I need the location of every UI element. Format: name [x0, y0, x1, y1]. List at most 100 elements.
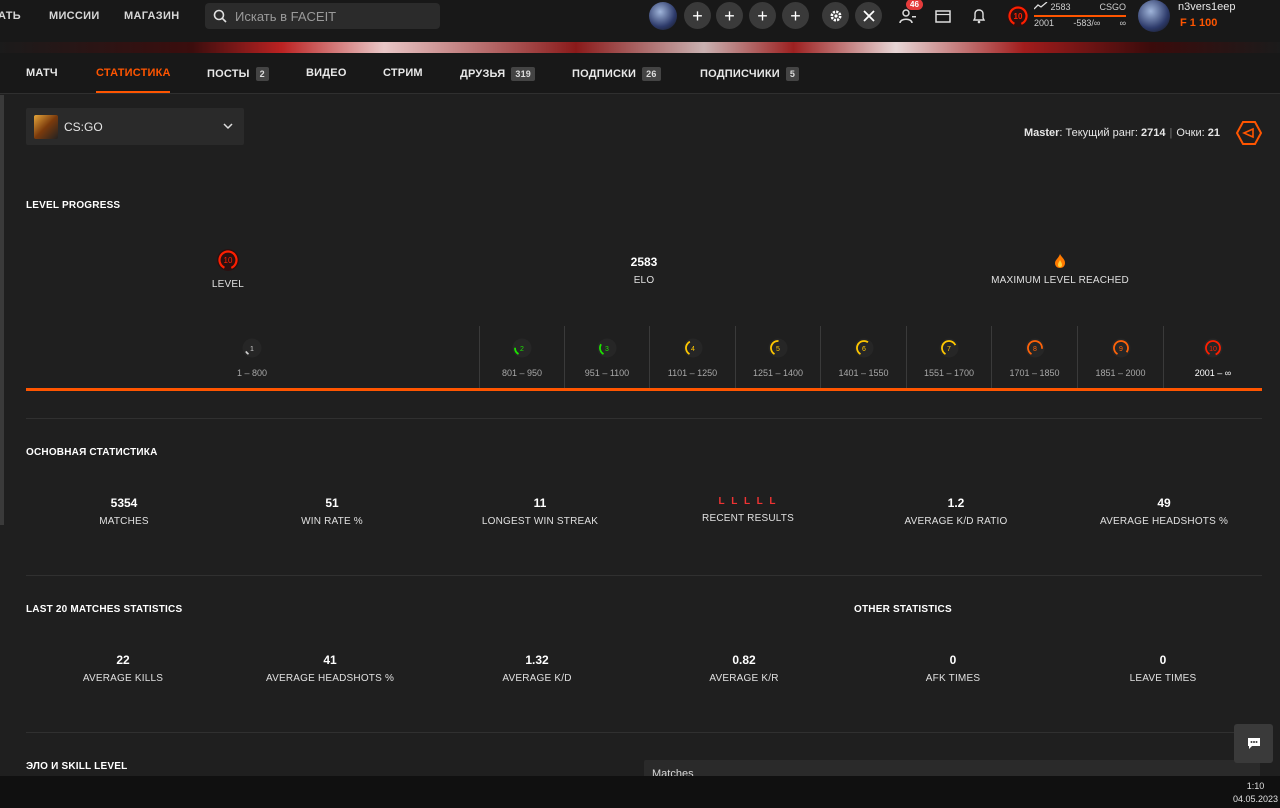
tab-friends[interactable]: ДРУЗЬЯ 319: [460, 67, 535, 81]
stat-last20-kr: 0.82 AVERAGE K/R: [644, 653, 844, 684]
friends-icon: [899, 9, 916, 24]
stat-label: WIN RATE %: [301, 516, 363, 527]
tab-subscriptions[interactable]: ПОДПИСКИ 26: [572, 67, 661, 81]
tab-stream[interactable]: СТРИМ: [383, 67, 423, 79]
stat-value: 41: [323, 653, 337, 667]
tv-icon: [935, 10, 951, 23]
search-input[interactable]: [235, 8, 425, 24]
clock-time: 1:10: [1246, 781, 1265, 791]
stat-label: LONGEST WIN STREAK: [481, 516, 599, 527]
watch-button[interactable]: [933, 6, 953, 26]
svg-text:3: 3: [605, 346, 609, 353]
level-range-label: 951 – 1100: [584, 368, 630, 378]
add-party-member-button[interactable]: +: [749, 2, 776, 29]
stat-average-kd: 1.2 AVERAGE K/D RATIO: [856, 496, 1056, 527]
level-range-label: 801 – 950: [501, 368, 543, 378]
current-level: 10 LEVEL: [128, 248, 328, 290]
skill-level-10-icon: 10: [217, 249, 239, 271]
level-range-6: 6 1401 – 1550: [820, 326, 906, 388]
stat-matches: 5354 MATCHES: [24, 496, 224, 527]
stat-label: AVERAGE KILLS: [82, 673, 164, 684]
tab-statistics[interactable]: СТАТИСТИКА: [96, 67, 171, 79]
top-nav-item-shop[interactable]: МАГАЗИН: [124, 0, 179, 32]
skill-level-8-icon: 8: [1025, 338, 1044, 358]
level-range-label: 1101 – 1250: [667, 368, 718, 378]
level-range-9: 9 1851 – 2000: [1077, 326, 1163, 388]
stat-value: 51: [325, 496, 339, 510]
level-range-2: 2 801 – 950: [479, 326, 564, 388]
tab-video[interactable]: ВИДЕО: [306, 67, 347, 79]
stat-value: 22: [116, 653, 130, 667]
party-avatar[interactable]: [649, 2, 677, 30]
stat-longest-win-streak: 11 LONGEST WIN STREAK: [440, 496, 640, 527]
stat-label: LEAVE TIMES: [1129, 673, 1197, 684]
add-party-member-button[interactable]: +: [684, 2, 711, 29]
faceit-points[interactable]: F 1 100: [1180, 17, 1217, 29]
elo-skill-title: ЭЛО И SKILL LEVEL: [26, 761, 128, 772]
stat-value: 0: [1159, 653, 1167, 667]
svg-text:1: 1: [250, 346, 254, 353]
system-clock[interactable]: 1:10 04.05.2023: [1233, 780, 1278, 806]
gear-icon: [830, 10, 841, 21]
username[interactable]: n3vers1eep: [1178, 1, 1236, 13]
user-avatar[interactable]: [1138, 0, 1170, 32]
page-scrollbar[interactable]: [0, 95, 4, 525]
svg-text:4: 4: [691, 346, 695, 353]
stat-label: AVERAGE K/D: [502, 673, 572, 684]
party-settings-button[interactable]: [822, 2, 849, 29]
level-label: LEVEL: [211, 279, 245, 290]
svg-text:10: 10: [1209, 346, 1217, 353]
svg-text:10: 10: [1014, 12, 1023, 21]
svg-text:9: 9: [1119, 346, 1123, 353]
level-range-label: 1551 – 1700: [923, 368, 975, 378]
stat-afk-times: 0 AFK TIMES: [853, 653, 1053, 684]
skill-level-10-icon: 10: [1203, 338, 1223, 358]
add-party-member-button[interactable]: +: [782, 2, 809, 29]
stat-recent-results: L L L L L RECENT RESULTS: [648, 496, 848, 524]
elo-mini-game: CSGO: [1099, 2, 1126, 12]
elo-mini-max: ∞: [1119, 18, 1126, 28]
other-stats-title: OTHER STATISTICS: [854, 604, 952, 615]
skill-level-2-icon: 2: [512, 338, 532, 358]
level-range-label: 1851 – 2000: [1095, 368, 1146, 378]
recent-results-value: L L L L L: [718, 496, 778, 507]
close-icon: [862, 9, 875, 22]
search-box[interactable]: [205, 3, 440, 29]
tab-posts[interactable]: ПОСТЫ 2: [207, 67, 269, 81]
rank-badge-icon: [1236, 121, 1262, 145]
current-elo: 2583 ELO: [544, 255, 744, 286]
faceit-points-icon: F: [1180, 17, 1187, 29]
tab-subscribers-count: 5: [785, 67, 800, 81]
tab-match[interactable]: МАТЧ: [26, 67, 58, 79]
max-level-label: MAXIMUM LEVEL REACHED: [991, 275, 1129, 286]
stat-average-headshots: 49 AVERAGE HEADSHOTS %: [1064, 496, 1264, 527]
main-stats-title: ОСНОВНАЯ СТАТИСТИКА: [26, 447, 158, 458]
fire-icon: [960, 254, 1160, 273]
notifications-button[interactable]: [969, 6, 989, 26]
leave-party-button[interactable]: [855, 2, 882, 29]
level-range-10: 10 2001 – ∞: [1163, 326, 1262, 388]
trend-icon: [1033, 1, 1048, 10]
tab-friends-count: 319: [511, 67, 535, 81]
tab-subscriptions-count: 26: [642, 67, 661, 81]
game-select[interactable]: CS:GO: [26, 108, 244, 145]
skill-level-9-icon: 9: [1111, 338, 1130, 358]
elo-mini-min: 2001: [1034, 18, 1055, 28]
top-nav-item-missions[interactable]: МИССИИ: [49, 0, 100, 32]
skill-level-3-icon: 3: [597, 338, 617, 358]
add-party-member-button[interactable]: +: [716, 2, 743, 29]
skill-level-5-icon: 5: [768, 338, 788, 358]
tab-subscribers[interactable]: ПОДПИСЧИКИ 5: [700, 67, 800, 81]
top-nav-item-play[interactable]: АТЬ: [0, 0, 21, 32]
stat-label: MATCHES: [99, 516, 149, 527]
stat-average-kills: 22 AVERAGE KILLS: [23, 653, 223, 684]
elo-mini-widget[interactable]: 2583 CSGO 2001 -583/∞ ∞: [1033, 1, 1126, 30]
chat-button[interactable]: [1234, 724, 1273, 763]
elo-mini-elo: 2583: [1033, 1, 1071, 12]
level-range-3: 3 951 – 1100: [564, 326, 649, 388]
divider: [26, 575, 1262, 576]
chevron-down-icon: [223, 123, 233, 130]
svg-text:5: 5: [776, 346, 780, 353]
stat-value: 49: [1157, 496, 1171, 510]
stat-value: 0.82: [732, 653, 756, 667]
